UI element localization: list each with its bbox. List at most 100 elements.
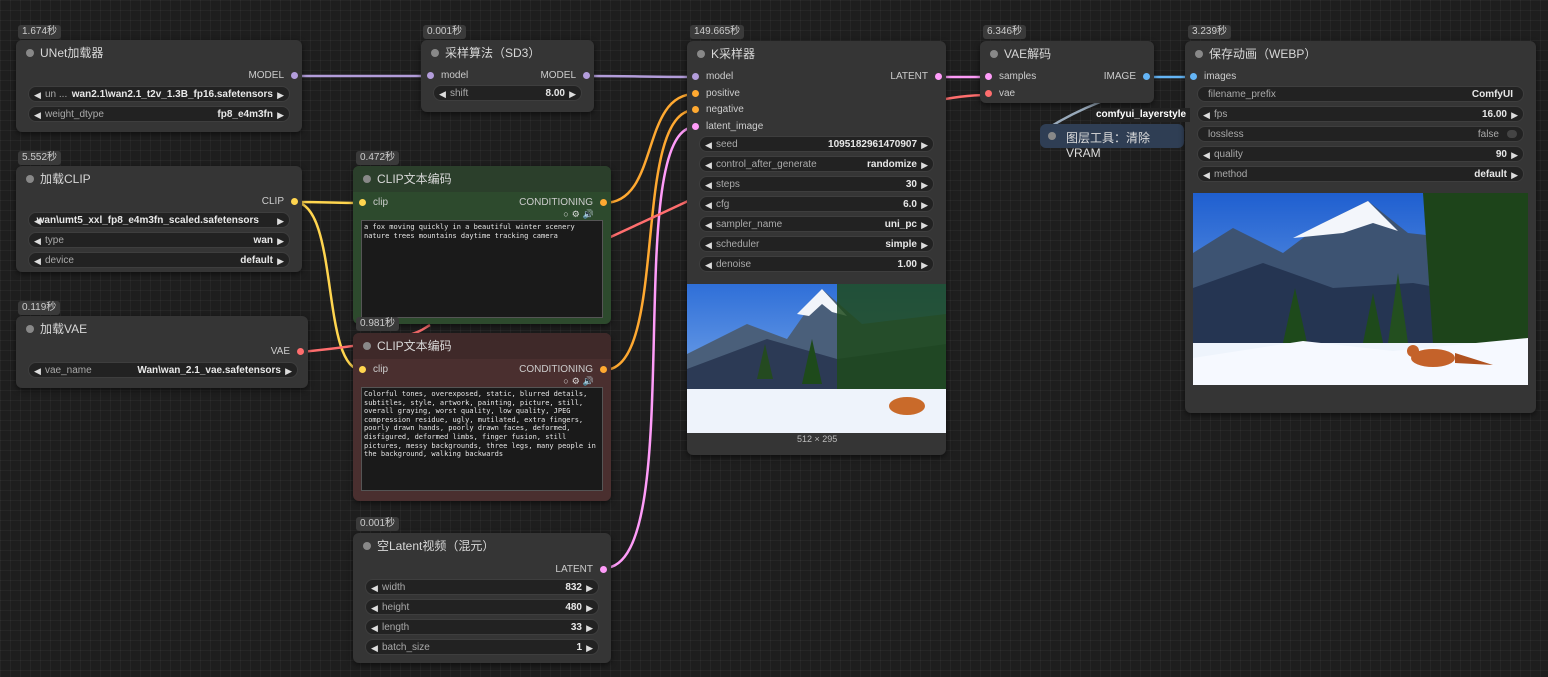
clip-name-widget[interactable]: ◀ wan\umt5_xxl_fp8_e4m3fn_scaled.safetens… — [28, 212, 290, 228]
clip-type-widget[interactable]: ◀ type wan ▶ — [28, 232, 290, 248]
node-title[interactable]: K采样器 — [687, 41, 946, 67]
node-title[interactable]: CLIP文本编码 — [353, 333, 611, 359]
arrow-left-icon[interactable]: ◀ — [34, 253, 41, 269]
speaker-icon[interactable]: 🔊 — [583, 209, 597, 219]
unet-loader-node[interactable]: UNet加载器 MODEL ◀ un ... wan2.1\wan2.1_t2v_1… — [16, 40, 302, 132]
lossless-toggle[interactable]: lossless false — [1197, 126, 1524, 142]
slot-dot-icon[interactable] — [583, 72, 590, 79]
vae-loader-node[interactable]: 加载VAE VAE ◀ vae_name Wan\wan_2.1_vae.safet… — [16, 316, 308, 388]
arrow-left-icon[interactable]: ◀ — [705, 217, 712, 233]
quality-widget[interactable]: ◀ quality 90 ▶ — [1197, 146, 1524, 162]
input-clip[interactable]: clip — [359, 362, 388, 378]
input-model[interactable]: model — [427, 68, 468, 84]
arrow-right-icon[interactable]: ▶ — [586, 620, 593, 636]
slot-dot-icon[interactable] — [427, 72, 434, 79]
node-title[interactable]: 采样算法（SD3） — [421, 40, 594, 66]
denoise-widget[interactable]: ◀ denoise 1.00 ▶ — [699, 256, 934, 272]
arrow-left-icon[interactable]: ◀ — [371, 600, 378, 616]
control-after-generate-widget[interactable]: ◀ control_after_generate randomize ▶ — [699, 156, 934, 172]
arrow-right-icon[interactable]: ▶ — [285, 363, 292, 379]
output-latent[interactable]: LATENT — [890, 69, 942, 85]
sampler-name-widget[interactable]: ◀ sampler_name uni_pc ▶ — [699, 216, 934, 232]
fps-widget[interactable]: ◀ fps 16.00 ▶ — [1197, 106, 1524, 122]
arrow-right-icon[interactable]: ▶ — [921, 177, 928, 193]
slot-dot-icon[interactable] — [692, 73, 699, 80]
slot-dot-icon[interactable] — [359, 199, 366, 206]
collapse-dot-icon[interactable] — [363, 175, 371, 183]
collapse-dot-icon[interactable] — [26, 175, 34, 183]
collapse-dot-icon[interactable] — [697, 50, 705, 58]
arrow-left-icon[interactable]: ◀ — [705, 237, 712, 253]
save-animated-webp-node[interactable]: 保存动画（WEBP） images filename_prefix ComfyUI… — [1185, 41, 1536, 413]
collapse-dot-icon[interactable] — [26, 49, 34, 57]
arrow-left-icon[interactable]: ◀ — [34, 107, 41, 123]
slot-dot-icon[interactable] — [359, 366, 366, 373]
collapse-dot-icon[interactable] — [990, 50, 998, 58]
arrow-left-icon[interactable]: ◀ — [705, 177, 712, 193]
prompt-textarea[interactable]: a fox moving quickly in a beautiful wint… — [361, 220, 603, 318]
arrow-left-icon[interactable]: ◀ — [371, 640, 378, 656]
scheduler-widget[interactable]: ◀ scheduler simple ▶ — [699, 236, 934, 252]
collapse-dot-icon[interactable] — [363, 542, 371, 550]
clip-device-widget[interactable]: ◀ device default ▶ — [28, 252, 290, 268]
arrow-left-icon[interactable]: ◀ — [34, 363, 41, 379]
arrow-right-icon[interactable]: ▶ — [1511, 147, 1518, 163]
input-positive[interactable]: positive — [692, 86, 740, 102]
slot-dot-icon[interactable] — [291, 72, 298, 79]
arrow-left-icon[interactable]: ◀ — [1203, 147, 1210, 163]
slot-dot-icon[interactable] — [692, 90, 699, 97]
steps-widget[interactable]: ◀ steps 30 ▶ — [699, 176, 934, 192]
empty-latent-video-node[interactable]: 空Latent视频（混元） LATENT ◀ width 832 ▶ ◀ height 4… — [353, 533, 611, 663]
vae-name-widget[interactable]: ◀ vae_name Wan\wan_2.1_vae.safetensors ▶ — [28, 362, 298, 378]
slot-dot-icon[interactable] — [600, 566, 607, 573]
cfg-widget[interactable]: ◀ cfg 6.0 ▶ — [699, 196, 934, 212]
arrow-left-icon[interactable]: ◀ — [705, 137, 712, 153]
ksampler-node[interactable]: K采样器 model LATENT positive negative late… — [687, 41, 946, 455]
collapse-dot-icon[interactable] — [1195, 50, 1203, 58]
arrow-right-icon[interactable]: ▶ — [277, 253, 284, 269]
speaker-icon[interactable]: 🔊 — [583, 376, 597, 386]
input-images[interactable]: images — [1190, 69, 1236, 85]
arrow-left-icon[interactable]: ◀ — [34, 233, 41, 249]
clip-text-encode-positive-node[interactable]: CLIP文本编码 clip CONDITIONING ○⚙🔊 a fox mov… — [353, 166, 611, 324]
method-widget[interactable]: ◀ method default ▶ — [1197, 166, 1524, 182]
batch-size-widget[interactable]: ◀ batch_size 1 ▶ — [365, 639, 599, 655]
arrow-right-icon[interactable]: ▶ — [921, 237, 928, 253]
arrow-right-icon[interactable]: ▶ — [277, 87, 284, 103]
model-sampling-sd3-node[interactable]: 采样算法（SD3） model MODEL ◀ shift 8.00 ▶ — [421, 40, 594, 112]
output-image[interactable]: IMAGE — [1104, 69, 1150, 85]
clip-loader-node[interactable]: 加载CLIP CLIP ◀ wan\umt5_xxl_fp8_e4m3fn_sca… — [16, 166, 302, 272]
input-samples[interactable]: samples — [985, 69, 1036, 85]
circle-icon[interactable]: ○ — [563, 376, 571, 386]
purge-vram-node[interactable]: 图层工具：清除VRAM — [1040, 124, 1184, 160]
width-widget[interactable]: ◀ width 832 ▶ — [365, 579, 599, 595]
arrow-right-icon[interactable]: ▶ — [586, 580, 593, 596]
arrow-left-icon[interactable]: ◀ — [34, 87, 41, 103]
arrow-right-icon[interactable]: ▶ — [1511, 107, 1518, 123]
collapse-dot-icon[interactable] — [1048, 132, 1056, 140]
circle-icon[interactable]: ○ — [563, 209, 571, 219]
arrow-right-icon[interactable]: ▶ — [921, 197, 928, 213]
arrow-left-icon[interactable]: ◀ — [705, 257, 712, 273]
slot-dot-icon[interactable] — [1143, 73, 1150, 80]
input-model[interactable]: model — [692, 69, 733, 85]
slot-dot-icon[interactable] — [291, 198, 298, 205]
node-title[interactable]: UNet加载器 — [16, 40, 302, 66]
arrow-right-icon[interactable]: ▶ — [586, 640, 593, 656]
collapse-dot-icon[interactable] — [26, 325, 34, 333]
slot-dot-icon[interactable] — [297, 348, 304, 355]
arrow-right-icon[interactable]: ▶ — [1511, 167, 1518, 183]
seed-widget[interactable]: ◀ seed 1095182961470907 ▶ — [699, 136, 934, 152]
gear-icon[interactable]: ⚙ — [572, 376, 583, 386]
weight-dtype-widget[interactable]: ◀ weight_dtype fp8_e4m3fn ▶ — [28, 106, 290, 122]
arrow-right-icon[interactable]: ▶ — [569, 86, 576, 102]
output-clip[interactable]: CLIP — [262, 194, 298, 210]
output-model[interactable]: MODEL — [540, 68, 590, 84]
gear-icon[interactable]: ⚙ — [572, 209, 583, 219]
node-title[interactable]: 加载CLIP — [16, 166, 302, 192]
arrow-right-icon[interactable]: ▶ — [586, 600, 593, 616]
input-negative[interactable]: negative — [692, 102, 744, 118]
slot-dot-icon[interactable] — [692, 106, 699, 113]
arrow-left-icon[interactable]: ◀ — [371, 620, 378, 636]
slot-dot-icon[interactable] — [985, 73, 992, 80]
